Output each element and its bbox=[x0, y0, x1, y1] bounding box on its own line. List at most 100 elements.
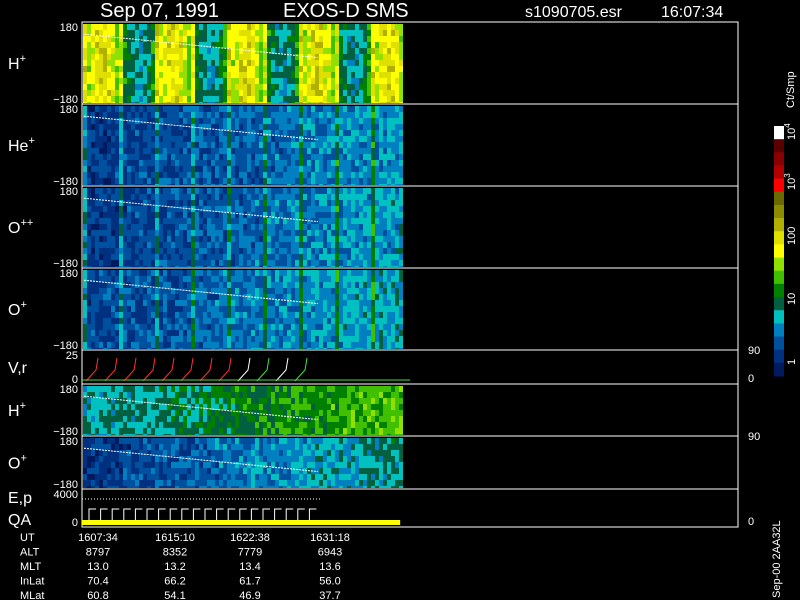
heatmap-cell bbox=[135, 386, 139, 392]
heatmap-cell bbox=[303, 260, 307, 266]
heatmap-cell bbox=[299, 254, 303, 260]
heatmap-cell bbox=[167, 130, 171, 136]
header-mission: EXOS-D SMS bbox=[283, 0, 409, 22]
heatmap-cell bbox=[211, 136, 215, 142]
heatmap-cell bbox=[87, 124, 91, 130]
heatmap-cell bbox=[391, 84, 395, 90]
heatmap-cell bbox=[99, 194, 103, 200]
heatmap-cell bbox=[111, 90, 115, 96]
heatmap-cell bbox=[227, 72, 231, 78]
heatmap-cell bbox=[343, 306, 347, 312]
heatmap-cell bbox=[123, 160, 127, 166]
heatmap-cell bbox=[323, 212, 327, 218]
heatmap-cell bbox=[287, 254, 291, 260]
heatmap-cell bbox=[267, 36, 271, 42]
heatmap-cell bbox=[171, 136, 175, 142]
heatmap-cell bbox=[167, 36, 171, 42]
heatmap-cell bbox=[83, 410, 87, 416]
heatmap-cell bbox=[143, 410, 147, 416]
heatmap-cell bbox=[171, 148, 175, 154]
heatmap-cell bbox=[347, 112, 351, 118]
heatmap-cell bbox=[251, 318, 255, 324]
heatmap-cell bbox=[303, 124, 307, 130]
heatmap-cell bbox=[375, 318, 379, 324]
heatmap-cell bbox=[247, 224, 251, 230]
heatmap-cell bbox=[219, 398, 223, 404]
heatmap-cell bbox=[163, 194, 167, 200]
heatmap-cell bbox=[347, 248, 351, 254]
heatmap-cell bbox=[367, 294, 371, 300]
heatmap-cell bbox=[91, 230, 95, 236]
heatmap-cell bbox=[271, 142, 275, 148]
heatmap-cell bbox=[247, 118, 251, 124]
heatmap-cell bbox=[135, 324, 139, 330]
heatmap-cell bbox=[363, 282, 367, 288]
heatmap-cell bbox=[287, 118, 291, 124]
heatmap-cell bbox=[191, 24, 195, 30]
heatmap-cell bbox=[255, 102, 259, 103]
heatmap-cell bbox=[259, 306, 263, 312]
heatmap-cell bbox=[307, 224, 311, 230]
heatmap-cell bbox=[95, 172, 99, 178]
heatmap-cell bbox=[187, 184, 191, 185]
heatmap-cell bbox=[187, 230, 191, 236]
heatmap-cell bbox=[159, 236, 163, 242]
heatmap-cell bbox=[379, 212, 383, 218]
heatmap-cell bbox=[151, 348, 155, 349]
heatmap-cell bbox=[315, 42, 319, 48]
heatmap-cell bbox=[223, 282, 227, 288]
heatmap-cell bbox=[387, 60, 391, 66]
heatmap-cell bbox=[171, 130, 175, 136]
heatmap-cell bbox=[223, 30, 227, 36]
heatmap-cell bbox=[275, 166, 279, 172]
heatmap-cell bbox=[283, 336, 287, 342]
heatmap-cell bbox=[123, 218, 127, 224]
heatmap-cell bbox=[255, 266, 259, 267]
heatmap-cell bbox=[391, 172, 395, 178]
heatmap-cell bbox=[243, 178, 247, 184]
heatmap-cell bbox=[263, 230, 267, 236]
heatmap-cell bbox=[91, 282, 95, 288]
heatmap-cell bbox=[279, 54, 283, 60]
heatmap-cell bbox=[107, 260, 111, 266]
heatmap-cell bbox=[171, 90, 175, 96]
heatmap-cell bbox=[279, 342, 283, 348]
heatmap-cell bbox=[383, 148, 387, 154]
heatmap-cell bbox=[367, 166, 371, 172]
heatmap-cell bbox=[115, 230, 119, 236]
heatmap-cell bbox=[111, 30, 115, 36]
heatmap-cell bbox=[227, 194, 231, 200]
heatmap-cell bbox=[151, 48, 155, 54]
heatmap-cell bbox=[127, 306, 131, 312]
heatmap-cell bbox=[155, 248, 159, 254]
heatmap-cell bbox=[159, 266, 163, 267]
heatmap-cell bbox=[303, 90, 307, 96]
heatmap-cell bbox=[331, 130, 335, 136]
heatmap-cell bbox=[175, 200, 179, 206]
heatmap-cell bbox=[223, 236, 227, 242]
heatmap-cell bbox=[255, 54, 259, 60]
heatmap-cell bbox=[127, 336, 131, 342]
heatmap-cell bbox=[91, 24, 95, 30]
heatmap-cell bbox=[235, 84, 239, 90]
heatmap-cell bbox=[155, 142, 159, 148]
heatmap-cell bbox=[183, 66, 187, 72]
heatmap-cell bbox=[175, 36, 179, 42]
heatmap-cell bbox=[191, 248, 195, 254]
heatmap-cell bbox=[267, 342, 271, 348]
heatmap-cell bbox=[95, 148, 99, 154]
heatmap-cell bbox=[163, 398, 167, 404]
heatmap-cell bbox=[227, 300, 231, 306]
heatmap-cell bbox=[187, 276, 191, 282]
heatmap-cell bbox=[255, 160, 259, 166]
heatmap-cell bbox=[171, 178, 175, 184]
heatmap-cell bbox=[387, 102, 391, 103]
heatmap-cell bbox=[187, 282, 191, 288]
heatmap-cell bbox=[315, 106, 319, 112]
heatmap-cell bbox=[399, 324, 403, 330]
heatmap-cell bbox=[87, 184, 91, 185]
heatmap-cell bbox=[239, 118, 243, 124]
heatmap-cell bbox=[283, 24, 287, 30]
heatmap-cell bbox=[255, 90, 259, 96]
heatmap-cell bbox=[211, 154, 215, 160]
